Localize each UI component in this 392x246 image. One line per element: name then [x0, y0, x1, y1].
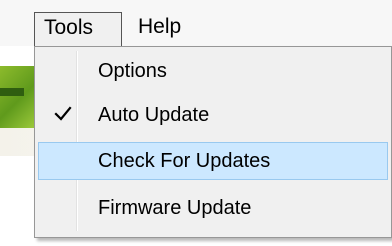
menu-item-auto-update-label: Auto Update: [98, 104, 210, 126]
menu-item-check-for-updates[interactable]: Check For Updates: [38, 142, 388, 180]
menu-bar: Tools Help: [0, 0, 392, 46]
tools-dropdown-menu: Options Auto Update Check For Updates Fi…: [34, 46, 392, 238]
menu-item-auto-update[interactable]: Auto Update: [38, 96, 388, 134]
menu-item-options-label: Options: [98, 60, 167, 82]
app-logo-graphic: [0, 66, 34, 128]
menu-item-firmware-update-label: Firmware Update: [98, 197, 252, 219]
menu-item-options[interactable]: Options: [38, 52, 388, 90]
menu-tools[interactable]: Tools: [34, 12, 122, 46]
checkmark-icon: [54, 106, 72, 121]
menu-item-firmware-update[interactable]: Firmware Update: [38, 189, 388, 227]
menu-help[interactable]: Help: [130, 12, 200, 46]
menu-item-check-for-updates-label: Check For Updates: [98, 150, 271, 172]
